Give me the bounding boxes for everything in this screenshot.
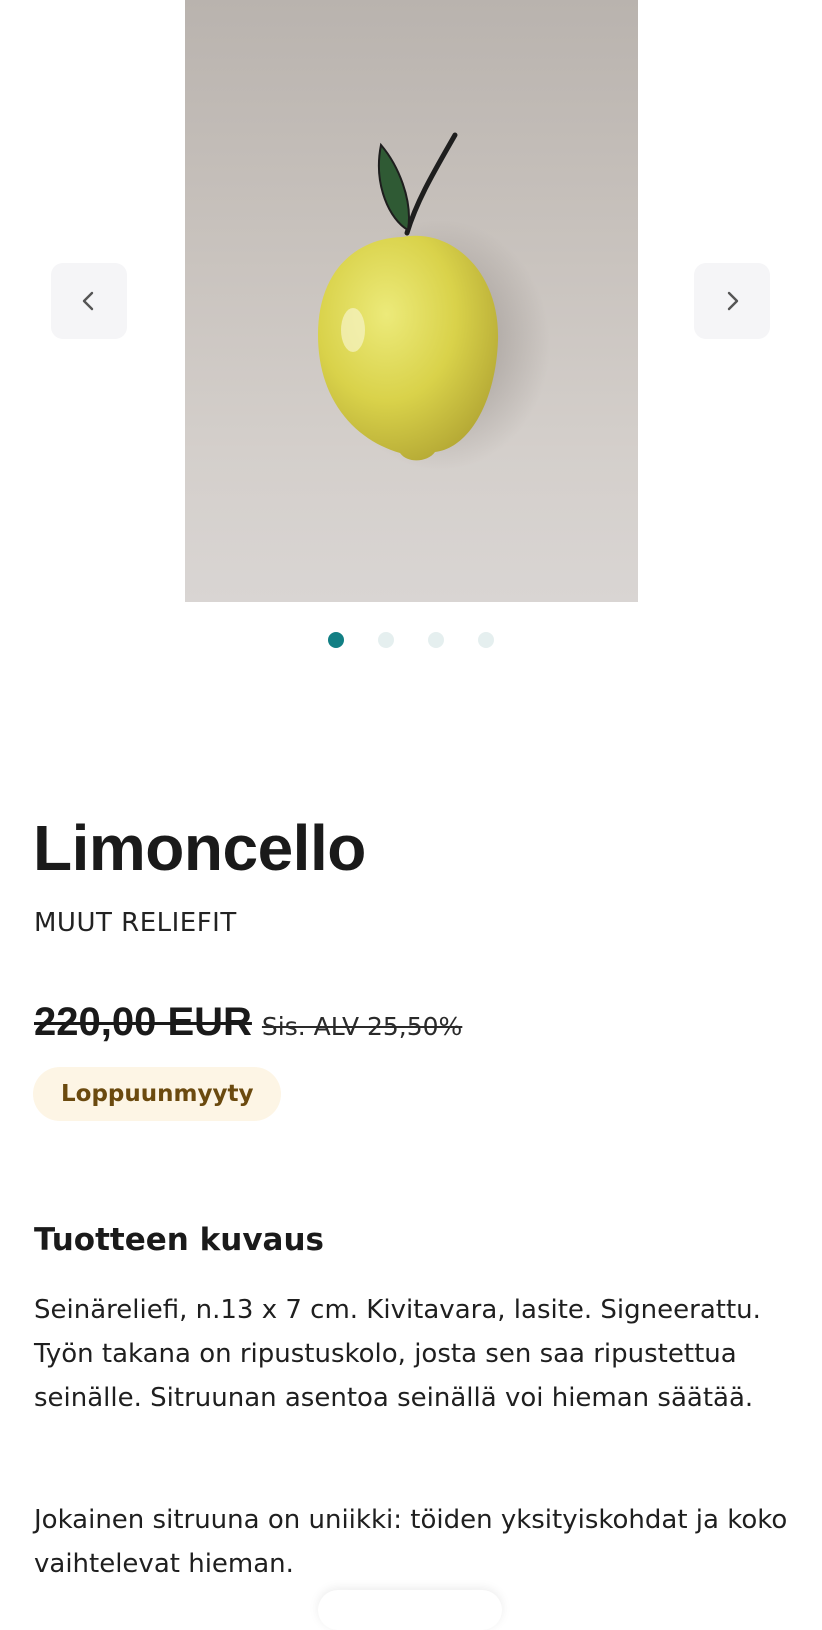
previous-image-button[interactable] bbox=[51, 263, 127, 339]
product-price: 220,00 EUR bbox=[34, 1000, 252, 1044]
product-gallery bbox=[0, 0, 822, 660]
next-image-button[interactable] bbox=[694, 263, 770, 339]
chevron-right-icon bbox=[727, 291, 739, 311]
carousel-dot-3[interactable] bbox=[428, 632, 444, 648]
description-heading: Tuotteen kuvaus bbox=[34, 1222, 324, 1258]
carousel-indicators bbox=[0, 632, 822, 648]
product-category: MUUT RELIEFIT bbox=[34, 908, 237, 938]
product-image[interactable] bbox=[185, 0, 638, 602]
description-paragraph: Jokainen sitruuna on uniikki: töiden yks… bbox=[34, 1505, 788, 1579]
carousel-dot-4[interactable] bbox=[478, 632, 494, 648]
product-title: Limoncello bbox=[33, 812, 366, 884]
carousel-dot-1[interactable] bbox=[328, 632, 344, 648]
price-row: 220,00 EUR Sis. ALV 25,50% bbox=[34, 1000, 462, 1045]
carousel-dot-2[interactable] bbox=[378, 632, 394, 648]
vat-note: Sis. ALV 25,50% bbox=[261, 1012, 463, 1041]
chevron-left-icon bbox=[82, 291, 94, 311]
description-paragraph: Seinäreliefi, n.13 x 7 cm. Kivitavara, l… bbox=[34, 1295, 761, 1413]
lemon-relief-illustration bbox=[318, 132, 550, 470]
floating-action-pill[interactable] bbox=[318, 1590, 502, 1630]
sold-out-badge: Loppuunmyyty bbox=[33, 1067, 282, 1121]
